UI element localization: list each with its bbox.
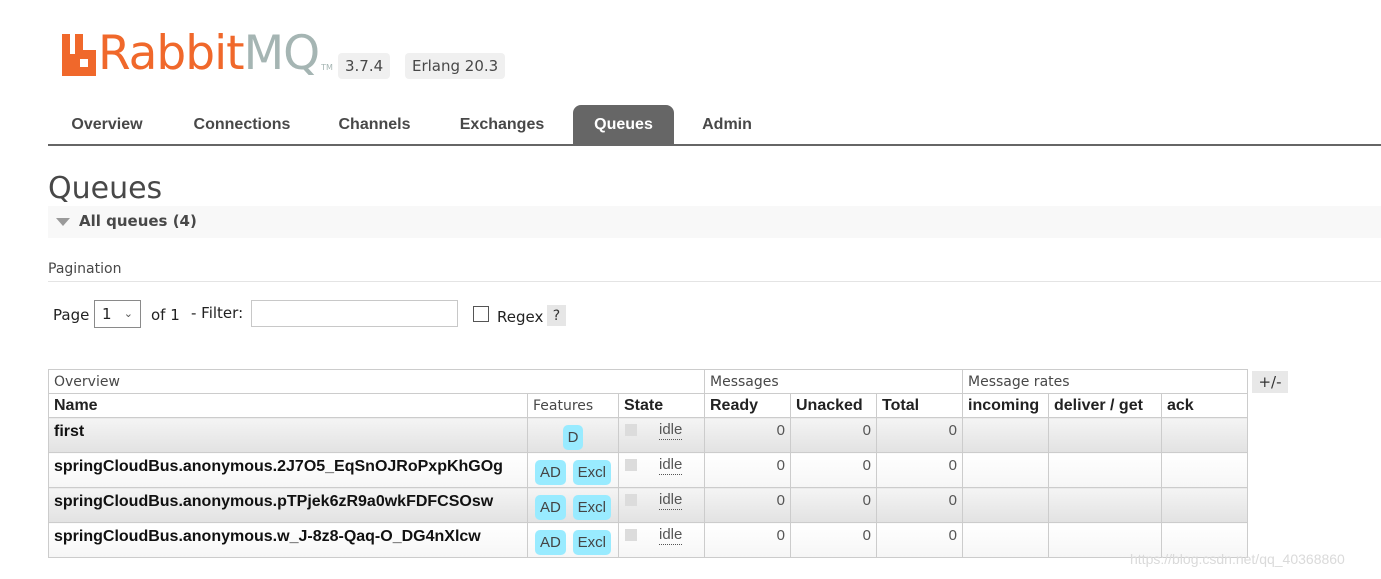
- state-cell: idle: [618, 417, 705, 453]
- table-row: first D idle 0 0 0: [48, 417, 1248, 453]
- feature-badge-exclusive: Excl: [572, 460, 611, 485]
- pagination-divider: [48, 281, 1381, 282]
- total-count: 0: [876, 417, 963, 453]
- ack-rate: [1161, 417, 1248, 453]
- pagination-label: Pagination: [48, 261, 122, 277]
- ready-count: 0: [704, 487, 791, 523]
- deliver-get-rate: [1048, 417, 1162, 453]
- feature-badge-durable: D: [562, 425, 584, 450]
- unacked-count: 0: [790, 487, 877, 523]
- state-text: idle: [659, 491, 683, 510]
- features-cell: AD Excl: [527, 452, 619, 488]
- all-queues-section-toggle[interactable]: All queues (4): [48, 206, 1381, 238]
- feature-badge-auto-delete: AD: [535, 495, 566, 520]
- page-title: Queues: [48, 171, 163, 206]
- group-header-messages: Messages: [704, 369, 963, 394]
- total-count: 0: [876, 452, 963, 488]
- ack-rate: [1161, 487, 1248, 523]
- table-row: springCloudBus.anonymous.w_J-8z8-Qaq-O_D…: [48, 522, 1248, 558]
- collapse-triangle-icon: [56, 218, 70, 226]
- main-nav: Overview Connections Channels Exchanges …: [48, 105, 1381, 146]
- feature-badge-exclusive: Excl: [572, 530, 611, 555]
- toggle-columns-button[interactable]: +/-: [1252, 371, 1288, 393]
- watermark-text: https://blog.csdn.net/qq_40368860: [1130, 551, 1345, 567]
- column-header-incoming[interactable]: incoming: [962, 393, 1049, 418]
- page-count-label: of 1: [151, 306, 180, 324]
- tab-exchanges[interactable]: Exchanges: [444, 105, 560, 144]
- total-count: 0: [876, 487, 963, 523]
- rabbitmq-logo[interactable]: RabbitMQ TM: [62, 28, 333, 80]
- state-cell: idle: [618, 487, 705, 523]
- regex-checkbox[interactable]: [473, 306, 489, 322]
- logo-rabbit-text: Rabbit: [98, 26, 245, 81]
- deliver-get-rate: [1048, 452, 1162, 488]
- logo-wordmark: RabbitMQ: [98, 26, 321, 81]
- column-header-ack[interactable]: ack: [1161, 393, 1248, 418]
- page-select-value: 1: [102, 305, 112, 323]
- feature-badge-exclusive: Excl: [572, 495, 611, 520]
- feature-badge-auto-delete: AD: [535, 460, 566, 485]
- queue-name-link[interactable]: springCloudBus.anonymous.w_J-8z8-Qaq-O_D…: [54, 528, 481, 545]
- incoming-rate: [962, 452, 1049, 488]
- features-cell: D: [527, 417, 619, 453]
- state-text: idle: [659, 526, 683, 545]
- logo-mq-text: MQ: [243, 26, 321, 81]
- state-indicator-icon: [625, 459, 637, 471]
- queues-table: Overview Messages Message rates Name Fea…: [48, 369, 1248, 558]
- features-cell: AD Excl: [527, 487, 619, 523]
- ready-count: 0: [704, 452, 791, 488]
- table-row: springCloudBus.anonymous.2J7O5_EqSnOJRoP…: [48, 452, 1248, 488]
- column-header-unacked[interactable]: Unacked: [790, 393, 877, 418]
- page-label: Page: [53, 306, 90, 324]
- ack-rate: [1161, 452, 1248, 488]
- unacked-count: 0: [790, 522, 877, 558]
- tab-connections[interactable]: Connections: [177, 105, 307, 144]
- feature-badge-auto-delete: AD: [535, 530, 566, 555]
- section-title: All queues (4): [79, 212, 197, 230]
- features-cell: AD Excl: [527, 522, 619, 558]
- trademark-mark: TM: [321, 63, 333, 72]
- version-badge: 3.7.4: [338, 53, 391, 79]
- chevron-down-icon: ⌄: [123, 307, 133, 320]
- state-indicator-icon: [625, 494, 637, 506]
- state-text: idle: [659, 456, 683, 475]
- state-cell: idle: [618, 522, 705, 558]
- queue-name-link[interactable]: springCloudBus.anonymous.pTPjek6zR9a0wkF…: [54, 493, 493, 510]
- unacked-count: 0: [790, 417, 877, 453]
- page-select[interactable]: 1 ⌄: [94, 300, 141, 328]
- ready-count: 0: [704, 522, 791, 558]
- rabbitmq-logo-icon: [62, 34, 96, 76]
- state-cell: idle: [618, 452, 705, 488]
- column-header-name[interactable]: Name: [48, 393, 528, 418]
- erlang-version-badge: Erlang 20.3: [405, 53, 506, 79]
- group-header-message-rates: Message rates: [962, 369, 1248, 394]
- tab-queues[interactable]: Queues: [573, 105, 674, 144]
- column-header-ready[interactable]: Ready: [704, 393, 791, 418]
- state-text: idle: [659, 421, 683, 440]
- incoming-rate: [962, 487, 1049, 523]
- tab-admin[interactable]: Admin: [686, 105, 768, 144]
- total-count: 0: [876, 522, 963, 558]
- column-header-features: Features: [527, 393, 619, 418]
- column-header-total[interactable]: Total: [876, 393, 963, 418]
- queue-name-link[interactable]: first: [54, 423, 84, 440]
- column-header-state[interactable]: State: [618, 393, 705, 418]
- state-indicator-icon: [625, 424, 637, 436]
- queue-name-link[interactable]: springCloudBus.anonymous.2J7O5_EqSnOJRoP…: [54, 458, 503, 475]
- tab-channels[interactable]: Channels: [319, 105, 430, 144]
- unacked-count: 0: [790, 452, 877, 488]
- incoming-rate: [962, 417, 1049, 453]
- ready-count: 0: [704, 417, 791, 453]
- incoming-rate: [962, 522, 1049, 558]
- filter-label: - Filter:: [191, 304, 244, 322]
- tab-overview[interactable]: Overview: [48, 105, 166, 144]
- column-header-deliver-get[interactable]: deliver / get: [1048, 393, 1162, 418]
- state-indicator-icon: [625, 529, 637, 541]
- table-row: springCloudBus.anonymous.pTPjek6zR9a0wkF…: [48, 487, 1248, 523]
- regex-help-button[interactable]: ?: [547, 305, 566, 326]
- group-header-overview: Overview: [48, 369, 705, 394]
- filter-input[interactable]: [251, 300, 458, 327]
- deliver-get-rate: [1048, 487, 1162, 523]
- regex-label: Regex: [497, 308, 544, 326]
